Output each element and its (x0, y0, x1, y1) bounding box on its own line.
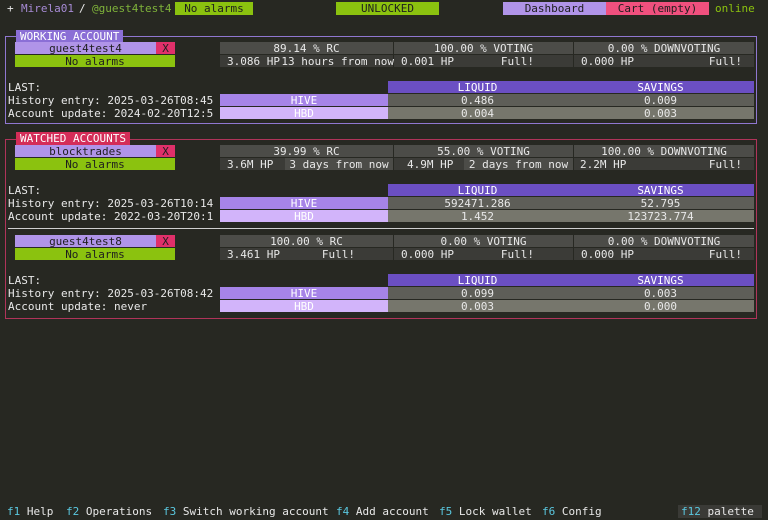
footer-item-help[interactable]: f1 Help (7, 505, 53, 518)
rc-meter: 100.00 % RC (220, 235, 393, 247)
account-update: Account update: 2024-02-20T12:5 (8, 107, 213, 120)
downvoting-meter: 100.00 % DOWNVOTING (574, 145, 754, 157)
watched-account-alarms[interactable]: No alarms (15, 158, 175, 170)
downvoting-meter: 0.00 % DOWNVOTING (574, 235, 754, 247)
downvoting-meter: 0.00 % DOWNVOTING (574, 42, 754, 54)
hive-liquid-value: 0.099 (388, 287, 567, 299)
voting-meter: 55.00 % VOTING (394, 145, 573, 157)
footer-item-add-account[interactable]: f4 Add account (336, 505, 429, 518)
hbd-savings-value: 0.003 (567, 107, 754, 119)
liquid-header: LIQUID (388, 81, 567, 93)
footer-bar: f1 Help f2 Operations f3 Switch working … (0, 505, 768, 518)
voting-hp-value: 4.9M HP (407, 158, 454, 171)
hbd-savings-value: 0.000 (567, 300, 754, 312)
hbd-savings-value: 123723.774 (567, 210, 754, 222)
footer-item-lock-wallet[interactable]: f5 Lock wallet (439, 505, 532, 518)
cart-button[interactable]: Cart (empty) (606, 2, 709, 15)
rc-regen-time: Full! (321, 248, 355, 261)
hbd-label: HBD (220, 300, 388, 312)
hbd-liquid-value: 0.003 (388, 300, 567, 312)
savings-header: SAVINGS (567, 274, 754, 286)
close-icon[interactable]: X (156, 42, 175, 54)
account-separator (8, 228, 754, 229)
header-alarms[interactable]: No alarms (175, 2, 253, 15)
account-update: Account update: never (8, 300, 148, 313)
rc-meter: 39.99 % RC (220, 145, 393, 157)
hbd-liquid-value: 1.452 (388, 210, 567, 222)
dashboard-button[interactable]: Dashboard (503, 2, 606, 15)
watched-account-name[interactable]: guest4test8 (15, 235, 156, 247)
wallet-lock-status[interactable]: UNLOCKED (336, 2, 439, 15)
hbd-label: HBD (220, 107, 388, 119)
hive-liquid-value: 0.486 (388, 94, 567, 106)
liquid-header: LIQUID (388, 274, 567, 286)
voting-regen-time: Full! (500, 55, 534, 68)
hive-savings-value: 0.009 (567, 94, 754, 106)
history-entry: History entry: 2025-03-26T08:42 (8, 287, 213, 300)
app-title: Mirela01 (21, 2, 74, 15)
history-entry: History entry: 2025-03-26T08:45 (8, 94, 213, 107)
connection-status: online (715, 2, 755, 15)
voting-meter: 0.00 % VOTING (394, 235, 573, 247)
working-account-name[interactable]: guest4test4 (15, 42, 156, 54)
liquid-header: LIQUID (388, 184, 567, 196)
downvoting-hp-value: 0.000 HP (581, 248, 634, 261)
watched-accounts-title: WATCHED ACCOUNTS (16, 132, 130, 145)
rc-hp-value: 3.086 HP (227, 55, 280, 68)
last-label: LAST: (8, 81, 42, 94)
rc-regen-time: 13 hours from now (281, 55, 394, 68)
close-icon[interactable]: X (156, 235, 175, 247)
voting-regen-time: 2 days from now (464, 158, 573, 170)
last-label: LAST: (8, 184, 42, 197)
hive-liquid-value: 592471.286 (388, 197, 567, 209)
history-entry: History entry: 2025-03-26T10:14 (8, 197, 213, 210)
command-palette-button[interactable]: f12 palette (678, 505, 762, 518)
downvoting-hp-value: 0.000 HP (581, 55, 634, 68)
account-update: Account update: 2022-03-20T20:1 (8, 210, 213, 223)
hbd-label: HBD (220, 210, 388, 222)
savings-header: SAVINGS (567, 81, 754, 93)
hbd-liquid-value: 0.004 (388, 107, 567, 119)
rc-regen-time: 3 days from now (285, 158, 393, 170)
close-icon[interactable]: X (156, 145, 175, 157)
voting-hp-value: 0.001 HP (401, 55, 454, 68)
menu-plus-icon[interactable]: + (7, 2, 14, 15)
voting-meter: 100.00 % VOTING (394, 42, 573, 54)
footer-item-config[interactable]: f6 Config (542, 505, 602, 518)
savings-header: SAVINGS (567, 184, 754, 196)
rc-hp-value: 3.6M HP (227, 158, 274, 171)
working-account-alarms[interactable]: No alarms (15, 55, 175, 67)
downvoting-regen-time: Full! (708, 158, 742, 171)
downvoting-regen-time: Full! (708, 55, 742, 68)
rc-hp-value: 3.461 HP (227, 248, 280, 261)
hive-savings-value: 52.795 (567, 197, 754, 209)
hive-savings-value: 0.003 (567, 287, 754, 299)
hive-label: HIVE (220, 94, 388, 106)
watched-account-name[interactable]: blocktrades (15, 145, 156, 157)
header-account-link[interactable]: @guest4test4 (92, 2, 171, 15)
hive-label: HIVE (220, 197, 388, 209)
hive-label: HIVE (220, 287, 388, 299)
downvoting-regen-time: Full! (708, 248, 742, 261)
watched-account-alarms[interactable]: No alarms (15, 248, 175, 260)
top-bar: + Mirela01 / @guest4test4 No alarms UNLO… (0, 2, 768, 15)
footer-item-switch-account[interactable]: f3 Switch working account (163, 505, 329, 518)
rc-meter: 89.14 % RC (220, 42, 393, 54)
title-separator: / (79, 2, 86, 15)
footer-item-operations[interactable]: f2 Operations (66, 505, 152, 518)
last-label: LAST: (8, 274, 42, 287)
voting-regen-time: Full! (500, 248, 534, 261)
downvoting-hp-value: 2.2M HP (580, 158, 627, 171)
voting-hp-value: 0.000 HP (401, 248, 454, 261)
